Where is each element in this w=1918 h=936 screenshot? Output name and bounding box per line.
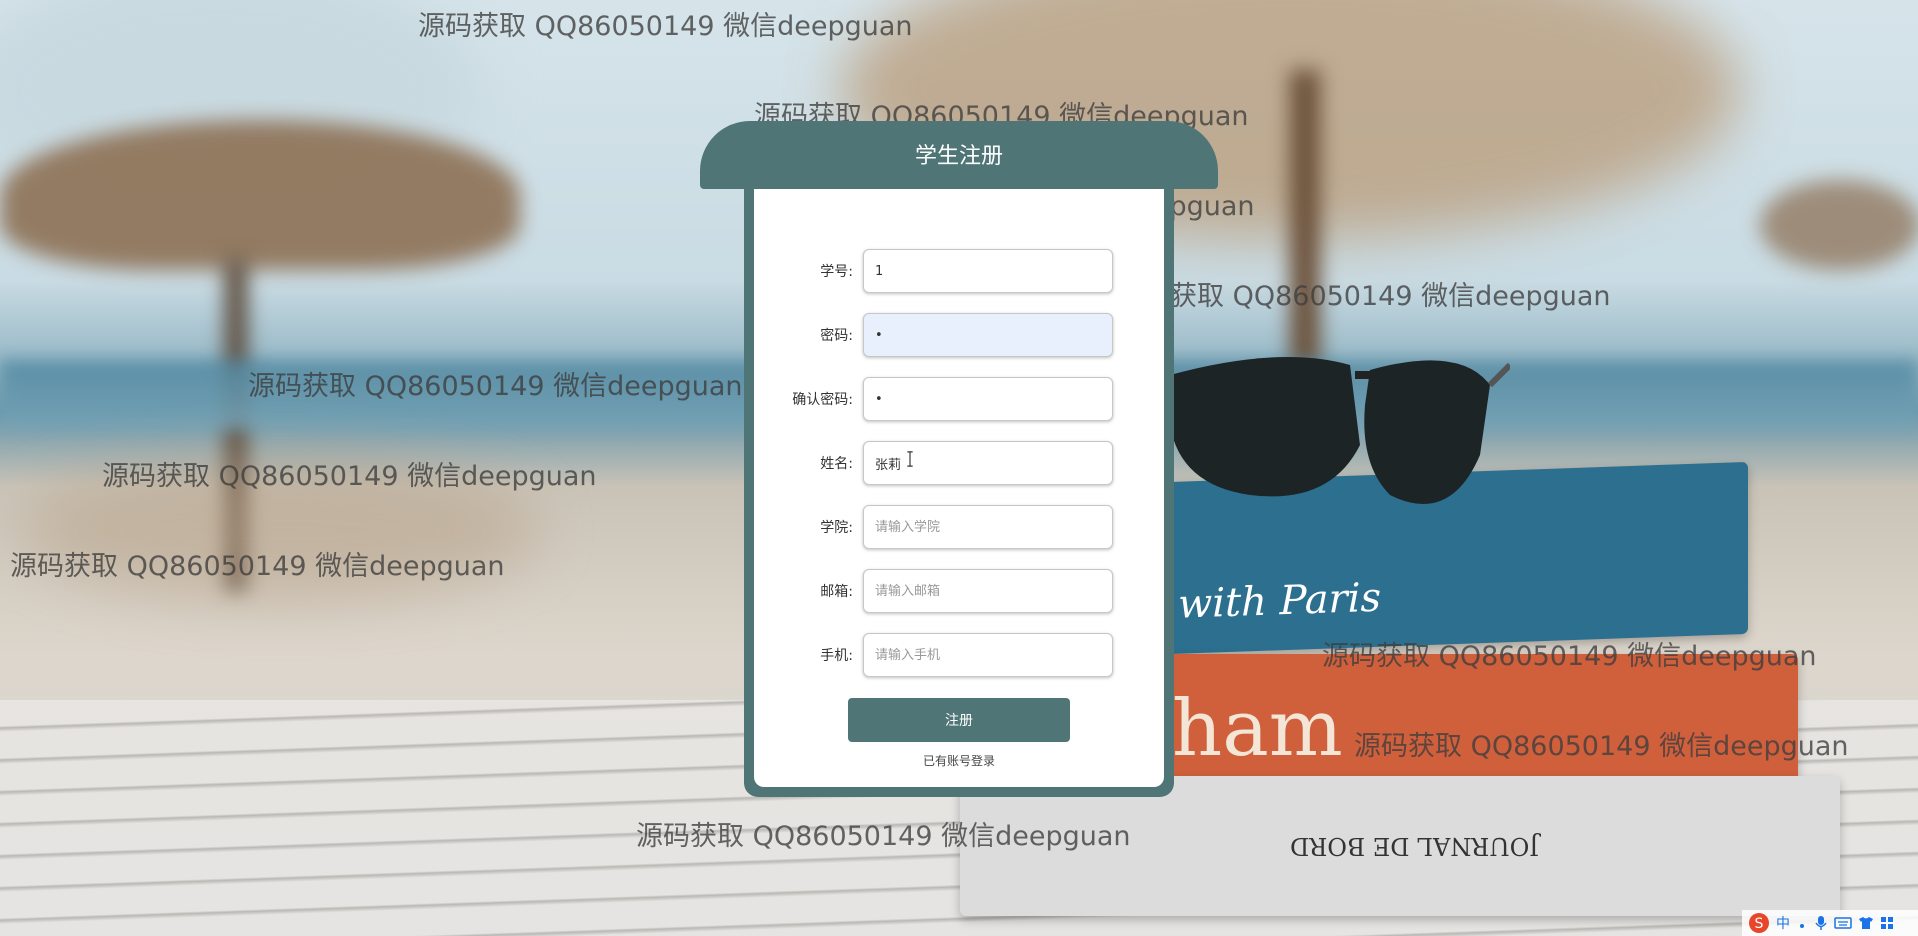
mic-icon[interactable]	[1814, 915, 1828, 931]
password-label: 密码:	[820, 328, 853, 344]
watermark-text: 源码获取 QQ86050149 微信deepguan	[418, 11, 913, 42]
svg-text:S: S	[1755, 916, 1764, 932]
watermark-text: 源码获取 QQ86050149 微信deepguan	[102, 461, 597, 492]
watermark-text: 源码获取 QQ86050149 微信deepguan	[1116, 281, 1611, 312]
ime-toolbar: S 中	[1742, 910, 1918, 936]
field-row-confirm-password: 确认密码:	[754, 377, 1164, 423]
watermark-text: 源码获取 QQ86050149 微信deepguan	[10, 551, 505, 582]
student-id-input[interactable]	[863, 249, 1113, 293]
name-input[interactable]	[863, 441, 1113, 485]
field-row-college: 学院:	[754, 505, 1164, 551]
email-input[interactable]	[863, 569, 1113, 613]
shirt-icon[interactable]	[1858, 916, 1874, 930]
field-row-name: 姓名:	[754, 441, 1164, 487]
grid-icon[interactable]	[1880, 916, 1894, 930]
watermark-text: 源码获取 QQ86050149 微信deepguan	[1354, 731, 1849, 762]
college-input[interactable]	[863, 505, 1113, 549]
watermark-text: 源码获取 QQ86050149 微信deepguan	[248, 371, 743, 402]
email-label: 邮箱:	[820, 584, 853, 600]
field-row-password: 密码:	[754, 313, 1164, 359]
field-row-phone: 手机:	[754, 633, 1164, 679]
sogou-logo-icon[interactable]: S	[1748, 912, 1770, 934]
book-title-orange: ham	[1172, 684, 1343, 774]
field-row-student-id: 学号:	[754, 249, 1164, 295]
login-link[interactable]: 已有账号登录	[754, 752, 1164, 769]
phone-label: 手机:	[820, 648, 853, 664]
book-title-blue: with Paris	[1178, 574, 1381, 628]
keyboard-icon[interactable]	[1834, 916, 1852, 930]
form-title: 学生注册	[914, 144, 1003, 169]
register-button[interactable]: 注册	[848, 698, 1070, 742]
ime-mode-chinese[interactable]: 中	[1776, 913, 1790, 933]
name-label: 姓名:	[820, 456, 853, 472]
confirm-password-label: 确认密码:	[792, 392, 853, 408]
dot-icon[interactable]	[1796, 915, 1808, 931]
sunglasses-image	[1170, 357, 1510, 504]
confirm-password-input[interactable]	[863, 377, 1113, 421]
college-label: 学院:	[820, 520, 853, 536]
text-cursor-icon	[907, 451, 913, 467]
student-id-label: 学号:	[820, 264, 853, 280]
book-title-grey: JOURNAL DE BORD	[1290, 832, 1539, 860]
phone-input[interactable]	[863, 633, 1113, 677]
watermark-text: 源码获取 QQ86050149 微信deepguan	[1322, 641, 1817, 672]
watermark-text: 源码获取 QQ86050149 微信deepguan	[636, 821, 1131, 852]
password-input[interactable]	[863, 313, 1113, 357]
field-row-email: 邮箱:	[754, 569, 1164, 615]
